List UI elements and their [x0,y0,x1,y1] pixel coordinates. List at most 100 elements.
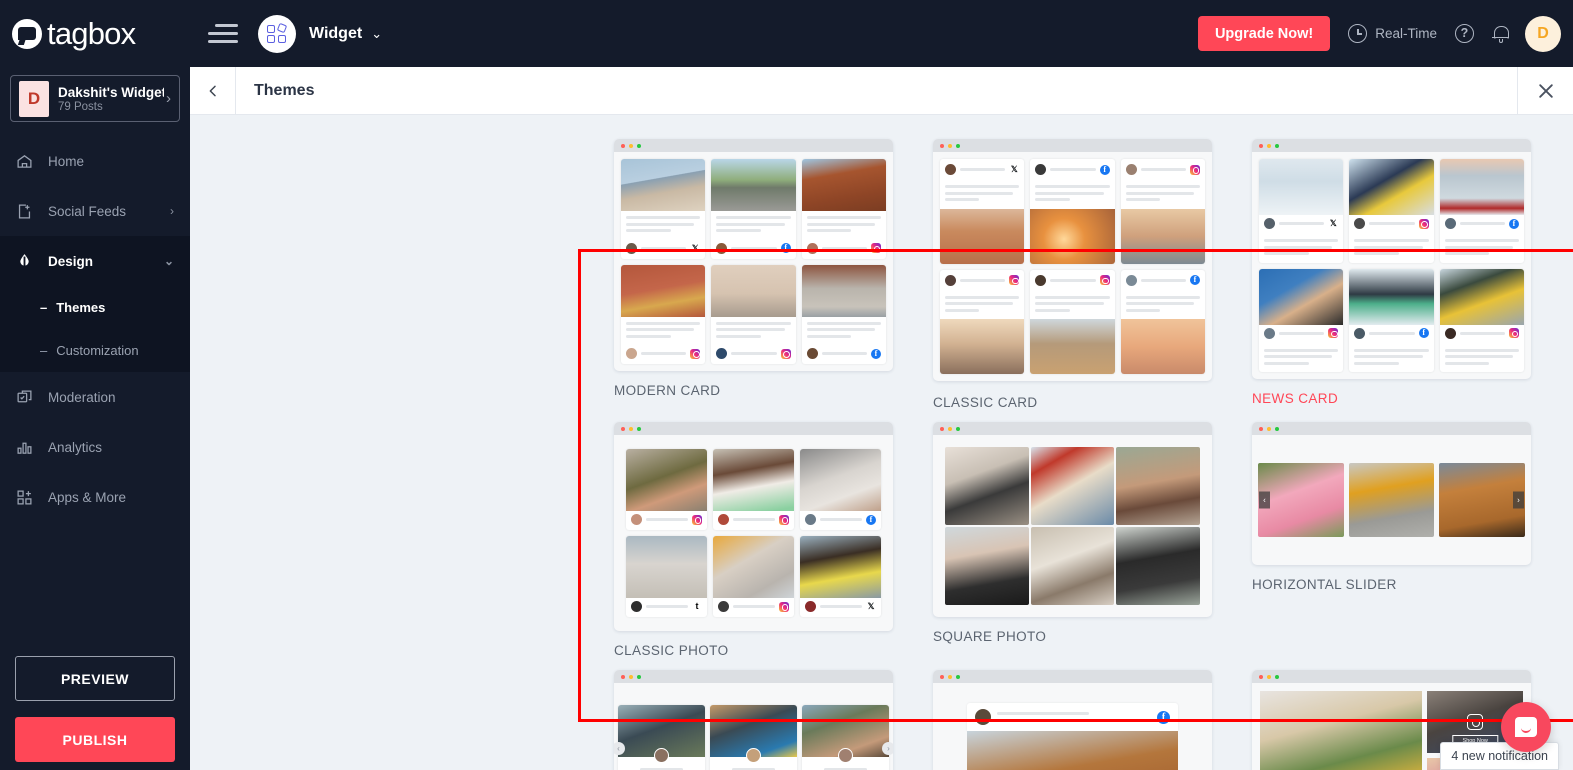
post-author-skeleton [1279,222,1325,225]
design-icon [16,253,38,270]
theme-cell-square-photo: SQUARE PHOTO [933,422,1252,670]
post-image [967,731,1178,770]
theme-cell-classic-card: 𝕏 f f CLASSIC CARD [933,139,1252,422]
chat-launcher-button[interactable] [1501,702,1551,752]
chevron-down-icon[interactable]: ⌄ [371,26,382,42]
post-image [1439,159,1524,215]
theme-preview-classic-card[interactable]: 𝕏 f f [933,139,1212,381]
browser-titlebar [1252,422,1531,435]
sidebar-item-themes[interactable]: – Themes [0,286,190,329]
sidebar-item-analytics[interactable]: Analytics [0,422,190,472]
upgrade-now-button[interactable]: Upgrade Now! [1197,16,1331,51]
window-dot-green [1275,426,1279,431]
post-image [940,208,1025,264]
post-footer: t [626,598,707,617]
mini-post: f [711,159,796,259]
post-avatar [945,164,956,175]
sidebar-item-moderation[interactable]: Moderation [0,372,190,422]
window-dot-yellow [948,143,952,148]
theme-preview-square-photo[interactable] [933,422,1212,617]
mini-post [713,449,794,530]
sidebar-item-social-feeds[interactable]: Social Feeds › [0,186,190,236]
widget-type-icon[interactable] [258,14,296,53]
publish-button[interactable]: PUBLISH [15,717,175,762]
slide-image [1348,463,1435,537]
post-author-skeleton [1140,168,1186,171]
apps-icon [16,489,38,506]
mini-post: 𝕏 [621,159,706,259]
post-image [1439,268,1524,325]
slider-next-arrow[interactable]: › [1513,491,1524,509]
window-dot-yellow [629,426,633,431]
window-dot-red [940,674,944,679]
question-mark-icon: ? [1455,24,1474,43]
post-avatar [1125,164,1137,175]
slider-prev-arrow[interactable]: ‹ [1259,491,1270,509]
sidebar-item-design[interactable]: Design ⌄ [0,236,190,286]
mini-post [626,449,707,530]
theme-preview-horizontal-slider[interactable]: ‹ › [1252,422,1531,565]
hamburger-menu-icon[interactable] [208,23,238,45]
instagram-icon [690,348,701,359]
theme-preview-social-wall[interactable]: f [933,670,1212,770]
instagram-icon [780,348,791,359]
widget-type-label[interactable]: Widget [309,25,362,43]
facebook-icon: f [1418,328,1429,338]
theme-preview-classic-photo[interactable]: f t 𝕏 [614,422,893,631]
post-author-skeleton [1050,278,1096,282]
carousel-track: 𝕏 [614,683,893,770]
sidebar-item-home[interactable]: Home [0,136,190,186]
widget-selector-card[interactable]: D Dakshit's Widget 79 Posts › [10,75,180,122]
post-avatar [806,348,818,359]
sidebar: tagbox D Dakshit's Widget 79 Posts › Hom… [0,0,190,770]
themes-content: 𝕏 f f MODERN CARD 𝕏 f f CLASSIC CARD 𝕏 f… [190,115,1573,770]
preview-button[interactable]: PREVIEW [15,656,175,701]
post-image [713,449,794,511]
brand-logo[interactable]: tagbox [0,0,190,67]
post-image [1030,319,1115,374]
post-footer [711,345,795,364]
post-image [1260,691,1423,770]
post-avatar [626,348,637,359]
post-text-skeleton [621,317,705,346]
post-author-skeleton [1140,278,1186,282]
post-header [1121,159,1205,180]
post-image [621,159,706,211]
post-avatar [945,274,956,286]
post-text-skeleton [711,211,795,240]
facebook-icon: f [871,348,881,359]
notifications-button[interactable] [1492,24,1509,44]
avatar[interactable]: D [1525,15,1561,52]
sidebar-item-customization[interactable]: – Customization [0,329,190,372]
real-time-toggle[interactable]: Real-Time [1348,24,1437,43]
post-header: f [1440,215,1524,234]
instagram-icon [1509,328,1519,338]
post-author-skeleton [731,352,777,355]
post-author-skeleton [641,352,687,355]
browser-titlebar [933,670,1212,683]
window-dot-green [1275,143,1279,148]
chevron-right-icon: › [170,204,174,218]
mini-post: f [1439,159,1524,263]
slide-image [1258,463,1344,537]
theme-preview-carousel[interactable]: 𝕏 [614,670,893,770]
main-region: Widget ⌄ Upgrade Now! Real-Time ? D Them… [190,0,1573,770]
theme-preview-news-card[interactable]: 𝕏 f f [1252,139,1531,379]
post-image [1030,208,1115,264]
window-dot-red [940,426,944,431]
help-button[interactable]: ? [1455,24,1474,43]
post-footer: 𝕏 [621,240,705,259]
sidebar-item-apps-and-more[interactable]: Apps & More [0,472,190,522]
back-button[interactable] [190,66,236,115]
close-button[interactable] [1517,66,1573,115]
post-text-skeleton [1030,180,1114,209]
post-author-skeleton [1459,222,1505,225]
theme-cell-modern-card: 𝕏 f f MODERN CARD [614,139,933,422]
theme-preview-modern-card[interactable]: 𝕏 f f [614,139,893,371]
post-image [945,447,1029,525]
post-text-skeleton [1121,180,1205,209]
carousel-next-arrow[interactable]: › [882,742,893,755]
home-icon [16,153,38,170]
instagram-icon [779,601,789,612]
carousel-card [710,705,797,770]
